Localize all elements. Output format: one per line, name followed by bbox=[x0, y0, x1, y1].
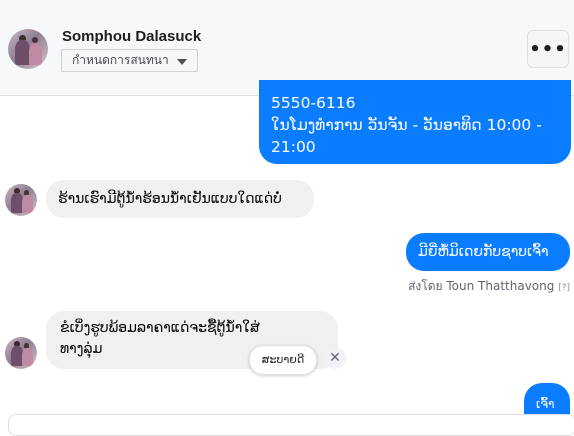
more-options-button[interactable]: ••• bbox=[527, 30, 569, 68]
message-composer[interactable] bbox=[8, 414, 574, 436]
quick-reply-chip[interactable]: ສະບາຍດີ bbox=[249, 345, 317, 375]
contact-avatar-small bbox=[5, 337, 37, 369]
contact-avatar[interactable] bbox=[8, 29, 48, 69]
assign-conversation-label: กำหนดการสนทนา bbox=[72, 53, 169, 67]
contact-avatar-small bbox=[5, 184, 37, 216]
close-icon[interactable]: ✕ bbox=[324, 347, 346, 369]
contact-name[interactable]: Somphou Dalasuck bbox=[62, 28, 201, 45]
help-hint[interactable]: [?] bbox=[558, 283, 570, 293]
message-bubble-incoming: ຮ້ານເຮົາມີຕູ້ນ້ຳຮ້ອນນ້ຳເຢັນແບບໃດແດ່ບໍ່ bbox=[46, 180, 314, 218]
message-line: ເຈົ້າ bbox=[536, 397, 555, 411]
message-line: ມີຍີ່ຫໍ້ມິເດຍກັບຊາບເຈົ້າ bbox=[418, 244, 549, 260]
message-line: 5550-6116 bbox=[271, 94, 356, 112]
sent-by-label: ส่งโดย Toun Thatthavong [?] bbox=[408, 277, 570, 296]
more-options-icon: ••• bbox=[529, 38, 567, 60]
message-line: ຂໍເບິ່ງຮູບພ້ອມລາຄາແດ່ຈະຊື້ຕູ້ນ້ຳໃສ່ bbox=[60, 320, 260, 336]
sent-by-agent: Toun Thatthavong bbox=[446, 279, 555, 293]
message-line: 21:00 bbox=[271, 138, 316, 156]
message-bubble-outgoing: 5550-6116 ໃນໂມງທຳການ ວັນຈັນ - ວັນອາທິດ 1… bbox=[259, 80, 571, 164]
message-bubble-outgoing: ມີຍີ່ຫໍ້ມິເດຍກັບຊາບເຈົ້າ bbox=[406, 233, 570, 271]
message-line: ຮ້ານເຮົາມີຕູ້ນ້ຳຮ້ອນນ້ຳເຢັນແບບໃດແດ່ບໍ່ bbox=[58, 191, 282, 207]
sent-by-prefix: ส่งโดย bbox=[408, 279, 443, 293]
assign-conversation-dropdown[interactable]: กำหนดการสนทนา bbox=[61, 49, 198, 72]
message-line: ໃນໂມງທຳການ ວັນຈັນ - ວັນອາທິດ 10:00 - bbox=[271, 116, 542, 134]
caret-down-icon bbox=[176, 58, 187, 65]
